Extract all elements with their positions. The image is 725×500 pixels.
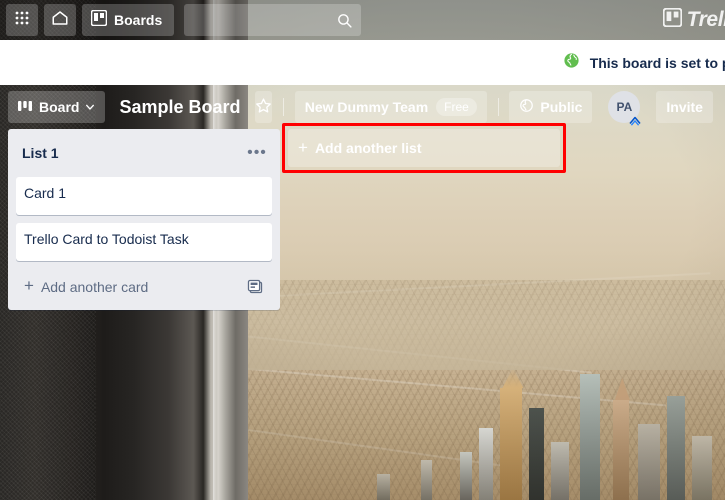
add-another-card-label: Add another card [40, 278, 149, 295]
avatar-initials: PA [616, 100, 633, 114]
boards-button[interactable]: Boards [82, 4, 175, 36]
trello-board-app: Boards Trello [0, 0, 725, 500]
banner-text: This board is set to public. You can cha… [589, 54, 725, 71]
search-input[interactable] [184, 5, 405, 35]
add-another-card-button[interactable]: + Add another card [20, 273, 234, 300]
trello-logo-icon [662, 8, 683, 32]
chevron-down-icon [85, 99, 95, 115]
star-outline-icon [255, 97, 272, 117]
add-another-list-wrapper: + Add another list [282, 123, 566, 173]
header-divider-1 [283, 98, 284, 116]
banner-content: This board is set to public. You can cha… [563, 52, 725, 74]
home-icon [51, 9, 69, 32]
team-name-label: New Dummy Team [304, 99, 429, 115]
card-template-icon[interactable] [242, 274, 268, 300]
avatar[interactable]: PA [608, 91, 642, 126]
invite-label: Invite [666, 99, 703, 115]
public-board-banner: This board is set to public. You can cha… [0, 40, 725, 85]
apps-grid-button[interactable] [6, 4, 38, 36]
boards-icon [90, 9, 108, 31]
card[interactable]: Trello Card to Todoist Task [16, 223, 272, 261]
card-title: Card 1 [24, 185, 67, 201]
search-box[interactable] [184, 4, 405, 36]
trello-wordmark: Trello [686, 8, 725, 31]
grid-apps-icon [14, 10, 30, 31]
visibility-label: Public [540, 99, 583, 115]
list-header: List 1 ••• [16, 129, 272, 177]
invite-button[interactable]: Invite [656, 91, 713, 123]
board-header: Board Sample Board New Dummy Team Free P… [0, 85, 725, 129]
globe-public-icon [519, 98, 534, 116]
atlassian-badge-icon [628, 113, 642, 126]
add-another-list-button[interactable]: + Add another list [288, 129, 560, 167]
trello-logo[interactable]: Trello [662, 8, 725, 32]
card-title: Trello Card to Todoist Task [24, 231, 189, 247]
board-view-label: Board [39, 99, 80, 115]
boards-button-label: Boards [114, 12, 163, 28]
board-view-switcher[interactable]: Board [8, 91, 106, 123]
card[interactable]: Card 1 [16, 177, 272, 215]
team-plan-badge: Free [436, 98, 477, 116]
list-footer: + Add another card [16, 269, 272, 302]
list-title[interactable]: List 1 [22, 145, 244, 161]
plus-icon: + [298, 137, 308, 157]
plus-icon: + [24, 276, 34, 295]
visibility-button[interactable]: Public [509, 91, 593, 123]
search-icon[interactable] [336, 12, 353, 29]
home-button[interactable] [44, 4, 76, 36]
star-board-button[interactable] [254, 91, 273, 123]
board-canvas: List 1 ••• Card 1 Trello Card to Todoist… [0, 123, 725, 500]
global-header: Boards Trello [0, 0, 725, 40]
add-another-list-label: Add another list [314, 140, 422, 156]
board-view-icon [18, 99, 33, 115]
board-title[interactable]: Sample Board [113, 97, 246, 118]
team-button[interactable]: New Dummy Team Free [294, 91, 487, 123]
list-column: List 1 ••• Card 1 Trello Card to Todoist… [8, 129, 280, 310]
globe-public-icon [563, 52, 580, 74]
header-divider-2 [497, 98, 499, 116]
list-menu-ellipsis-icon[interactable]: ••• [244, 140, 270, 166]
